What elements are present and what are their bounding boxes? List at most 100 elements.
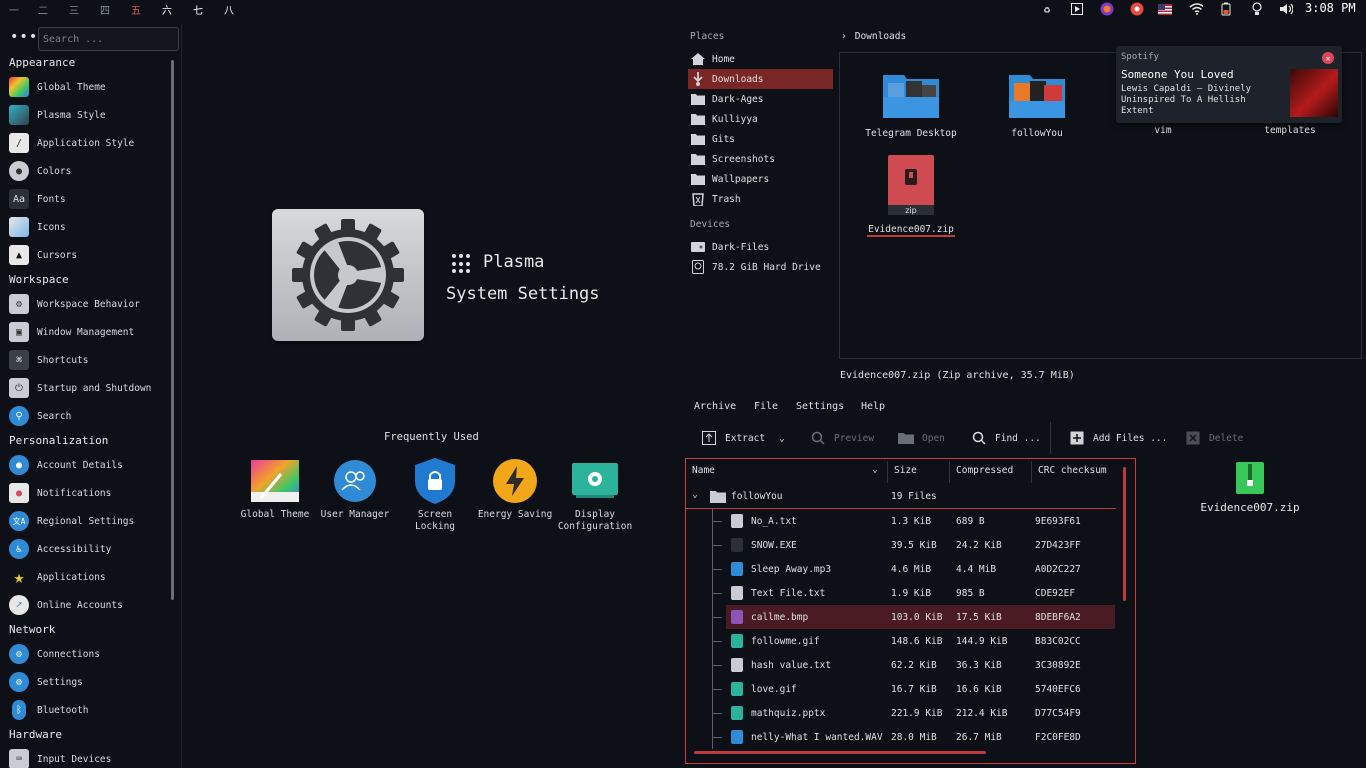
sidebar-item-plasma-style[interactable]: Plasma Style (9, 104, 169, 126)
sidebar-item-search[interactable]: ⚲ Search (9, 405, 169, 427)
sidebar-item-account-details[interactable]: ● Account Details (9, 454, 169, 476)
sidebar-item-startup-shutdown[interactable]: ⏻ Startup and Shutdown (9, 377, 169, 399)
file-evidence007-zip[interactable]: zip Evidence007.zip (856, 155, 966, 237)
search-input[interactable] (38, 27, 179, 51)
sidebar-item-online-accounts[interactable]: ➚ Online Accounts (9, 594, 169, 616)
place-downloads[interactable]: Downloads (688, 69, 833, 89)
table-row[interactable]: Sleep Away.mp3 4.6 MiB 4.4 MiB A0D2C227 (712, 557, 1115, 581)
firefox-icon[interactable] (1100, 2, 1114, 16)
horizontal-scrollbar[interactable] (694, 751, 986, 754)
workspace-3[interactable]: 三 (69, 2, 79, 17)
sidebar-item-applications[interactable]: ★ Applications (9, 566, 169, 588)
frequent-display-configuration[interactable]: Display Configuration (555, 458, 635, 533)
sidebar-item-regional-settings[interactable]: 文A Regional Settings (9, 510, 169, 532)
device-dark-files[interactable]: Dark-Files (688, 237, 833, 257)
folder-telegram-desktop[interactable]: Telegram Desktop (856, 71, 966, 139)
chevron-down-icon[interactable]: ⌄ (692, 489, 698, 500)
close-icon[interactable]: ✕ (1322, 52, 1334, 64)
extract-button[interactable]: Extract ⌄ (701, 429, 785, 447)
place-dark-ages[interactable]: Dark-Ages (688, 89, 833, 109)
sidebar-item-bluetooth[interactable]: ᛒ Bluetooth (9, 699, 169, 721)
frequent-screen-locking[interactable]: Screen Locking (395, 458, 475, 533)
breadcrumb[interactable]: › Downloads (841, 31, 906, 42)
sidebar-item-cursors[interactable]: ▲ Cursors (9, 244, 169, 266)
chevron-down-icon[interactable]: ⌄ (779, 433, 785, 444)
update-notifier-icon[interactable] (1130, 2, 1144, 16)
table-row[interactable]: No_A.txt 1.3 KiB 689 B 9E693F61 (712, 509, 1115, 533)
find-button[interactable]: Find ... (971, 429, 1041, 447)
sidebar-item-input-devices[interactable]: ⌨ Input Devices (9, 748, 169, 768)
spotify-notification[interactable]: Spotify ✕ Someone You Loved Lewis Capald… (1116, 46, 1342, 123)
recycle-icon[interactable]: ♻ (1040, 2, 1054, 16)
sidebar-item-network-settings[interactable]: ⚙ Settings (9, 671, 169, 693)
column-crc[interactable]: CRC checksum (1038, 465, 1107, 476)
workspace-4[interactable]: 四 (100, 2, 110, 17)
frequent-user-manager[interactable]: User Manager (315, 458, 395, 521)
column-size[interactable]: Size (894, 465, 917, 476)
table-row[interactable]: Text File.txt 1.9 KiB 985 B CDE92EF (712, 581, 1115, 605)
menu-archive[interactable]: Archive (694, 401, 736, 412)
place-kulliyya[interactable]: Kulliyya (688, 109, 833, 129)
column-name[interactable]: Name (692, 465, 715, 476)
breadcrumb-current[interactable]: Downloads (855, 31, 906, 42)
place-screenshots[interactable]: Screenshots (688, 149, 833, 169)
vertical-scrollbar[interactable] (1123, 467, 1126, 601)
sidebar-item-icons[interactable]: Icons (9, 216, 169, 238)
sidebar-item-notifications[interactable]: ● Notifications (9, 482, 169, 504)
sidebar-item-window-management[interactable]: ▣ Window Management (9, 321, 169, 343)
file-name: Sleep Away.mp3 (751, 563, 832, 575)
workspace-8[interactable]: 八 (224, 2, 234, 17)
wifi-icon[interactable] (1189, 2, 1203, 16)
place-home[interactable]: Home (688, 49, 833, 69)
media-player-icon[interactable] (1070, 2, 1084, 16)
preview-button[interactable]: Preview (810, 429, 874, 447)
workspace-5[interactable]: 五 (131, 2, 141, 17)
table-row[interactable]: love.gif 16.7 KiB 16.6 KiB 5740EFC6 (712, 677, 1115, 701)
folder-followyou[interactable]: followYou (982, 71, 1092, 139)
sidebar-item-accessibility[interactable]: ♿ Accessibility (9, 538, 169, 560)
menu-help[interactable]: Help (861, 401, 885, 412)
workspace-6[interactable]: 六 (162, 2, 172, 17)
sidebar-item-connections[interactable]: ⚙ Connections (9, 643, 169, 665)
sidebar-item-colors[interactable]: ● Colors (9, 160, 169, 182)
add-files-button[interactable]: Add Files ... (1069, 429, 1167, 447)
sidebar-item-application-style[interactable]: / Application Style (9, 132, 169, 154)
tree-root-row[interactable]: ⌄ followYou 19 Files (686, 485, 1116, 509)
workspace-1[interactable]: 一 (9, 2, 19, 17)
workspace-2[interactable]: 二 (38, 2, 48, 17)
table-row[interactable]: followme.gif 148.6 KiB 144.9 KiB B83C02CC (712, 629, 1115, 653)
frequent-global-theme[interactable]: Global Theme (235, 458, 315, 521)
table-row[interactable]: SNOW.EXE 39.5 KiB 24.2 KiB 27D423FF (712, 533, 1115, 557)
menu-settings[interactable]: Settings (796, 401, 844, 412)
night-color-bulb-icon[interactable] (1250, 2, 1264, 16)
archive-tree-view[interactable]: Name ⌄ Size Compressed CRC checksum ⌄ fo… (685, 458, 1136, 764)
place-gits[interactable]: Gits (688, 129, 833, 149)
workspace-7[interactable]: 七 (193, 2, 203, 17)
sidebar-item-fonts[interactable]: Aa Fonts (9, 188, 169, 210)
sidebar-item-workspace-behavior[interactable]: ⚙ Workspace Behavior (9, 293, 169, 315)
sort-chevron-down-icon[interactable]: ⌄ (872, 464, 878, 475)
file-type-icon (731, 538, 743, 552)
sidebar-scrollbar[interactable] (171, 60, 174, 600)
place-label: Downloads (712, 73, 764, 85)
table-row[interactable]: mathquiz.pptx 221.9 KiB 212.4 KiB D77C54F9 (712, 701, 1115, 725)
battery-icon[interactable] (1219, 2, 1233, 16)
place-wallpapers[interactable]: Wallpapers (688, 169, 833, 189)
sidebar-item-global-theme[interactable]: Global Theme (9, 76, 169, 98)
sidebar-item-shortcuts[interactable]: ⌘ Shortcuts (9, 349, 169, 371)
column-compressed[interactable]: Compressed (956, 465, 1013, 476)
place-trash[interactable]: Trash (688, 189, 833, 209)
table-row[interactable]: hash value.txt 62.2 KiB 36.3 KiB 3C30892E (712, 653, 1115, 677)
open-button[interactable]: Open (898, 429, 945, 447)
delete-button[interactable]: Delete (1185, 429, 1243, 447)
table-row[interactable]: callme.bmp 103.0 KiB 17.5 KiB 8DEBF6A2 (712, 605, 1115, 629)
clock[interactable]: 3:08 PM (1305, 1, 1356, 15)
keyboard-layout-us-flag-icon[interactable] (1158, 2, 1172, 16)
device-hard-drive[interactable]: 78.2 GiB Hard Drive (688, 257, 833, 277)
volume-icon[interactable] (1279, 2, 1293, 16)
menu-file[interactable]: File (754, 401, 778, 412)
frequent-energy-saving[interactable]: Energy Saving (475, 458, 555, 521)
tree-branch-line (712, 593, 722, 594)
table-row[interactable]: nelly-What I wanted.WAV 28.0 MiB 26.7 MiB F… (712, 725, 1115, 749)
hamburger-menu-icon[interactable]: ••• (10, 30, 38, 44)
